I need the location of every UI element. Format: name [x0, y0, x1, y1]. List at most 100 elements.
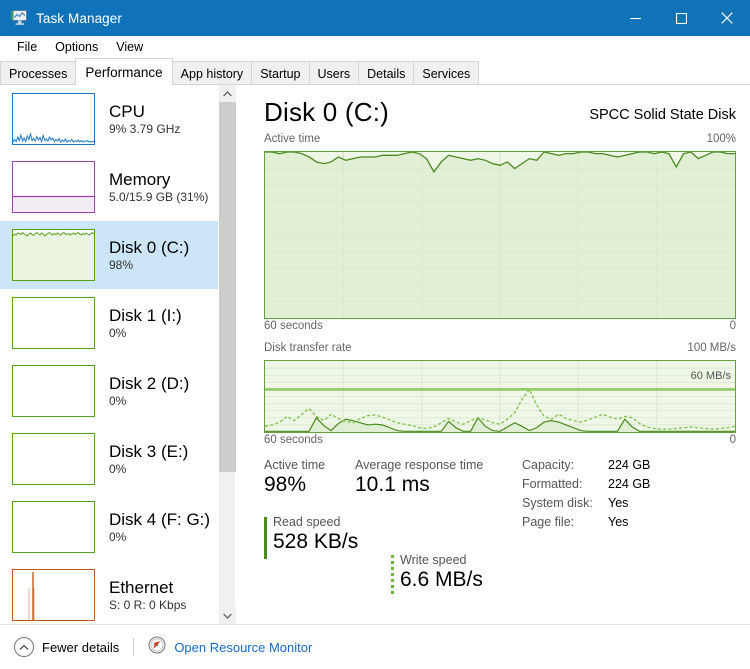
transfer-rate-label: Disk transfer rate [264, 342, 352, 354]
stat-active-time: Active time 98% [264, 458, 325, 496]
tab-performance[interactable]: Performance [75, 58, 173, 86]
active-time-min: 0 [729, 320, 736, 332]
sidebar-item-title: Disk 0 (C:) [109, 237, 190, 257]
sidebar-item-title: Ethernet [109, 577, 174, 597]
stat-response-time-value: 10.1 ms [355, 473, 430, 496]
resource-monitor-icon [148, 636, 166, 659]
menu-view[interactable]: View [107, 38, 152, 56]
detail-panel: Disk 0 (C:) SPCC Solid State Disk Active… [236, 85, 750, 624]
minimize-button[interactable] [612, 0, 658, 36]
stat-read-speed: Read speed 528 KB/s [264, 515, 736, 559]
transfer-rate-min: 0 [729, 434, 736, 446]
info-key: Formatted: [522, 477, 583, 491]
tab-app-history[interactable]: App history [171, 61, 253, 85]
sidebar-item-subtitle: 5.0/15.9 GB (31%) [109, 189, 209, 204]
sidebar-item-memory[interactable]: Memory 5.0/15.9 GB (31%) [0, 153, 218, 221]
task-manager-icon [10, 10, 28, 26]
stat-active-time-value: 98% [264, 473, 307, 496]
active-time-x-label: 60 seconds [264, 320, 323, 332]
sidebar-item-title: Disk 4 (F: G:) [109, 509, 211, 529]
status-divider [133, 638, 135, 656]
stat-read-speed-label: Read speed [273, 515, 341, 529]
tab-processes[interactable]: Processes [0, 61, 77, 85]
info-row: Formatted: 224 GB [522, 477, 650, 491]
scroll-down-icon[interactable] [219, 607, 236, 624]
sidebar-item-subtitle: 0% [109, 393, 127, 408]
sidebar-item-disk-3-e[interactable]: Disk 3 (E:) 0% [0, 425, 218, 493]
active-time-graph [264, 151, 736, 319]
sidebar-item-subtitle: 98% [109, 257, 134, 272]
info-key: System disk: [522, 496, 593, 510]
sidebar-item-disk-4-f-g[interactable]: Disk 4 (F: G:) 0% [0, 493, 218, 561]
sidebar-thumbnail-empty [12, 365, 95, 417]
sidebar-item-title: Memory [109, 169, 171, 189]
info-row: Capacity: 224 GB [522, 458, 650, 472]
info-value: 224 GB [608, 458, 651, 472]
sidebar-item-title: Disk 1 (I:) [109, 305, 182, 325]
open-resource-monitor-link[interactable]: Open Resource Monitor [148, 636, 312, 659]
sidebar-item-cpu[interactable]: CPU 9% 3.79 GHz [0, 85, 218, 153]
task-manager-window: Task Manager File Options View Processes… [0, 0, 750, 669]
sidebar-item-disk-2-d[interactable]: Disk 2 (D:) 0% [0, 357, 218, 425]
sidebar-item-disk-0-c[interactable]: Disk 0 (C:) 98% [0, 221, 218, 289]
panel-header: Disk 0 (C:) SPCC Solid State Disk [236, 85, 750, 133]
tab-services[interactable]: Services [413, 61, 480, 85]
active-time-max: 100% [706, 133, 736, 145]
stat-read-speed-value: 528 KB/s [273, 530, 359, 553]
info-value: Yes [608, 496, 629, 510]
sidebar-thumbnail-ethernet-spikes [12, 569, 95, 621]
sidebar-thumbnail-empty [12, 297, 95, 349]
sidebar-scrollbar[interactable] [218, 85, 236, 624]
scrollbar-thumb[interactable] [219, 102, 236, 472]
sidebar-item-subtitle: 0% [109, 325, 127, 340]
menu-bar: File Options View [0, 36, 750, 58]
stat-active-time-label: Active time [264, 458, 326, 472]
maximize-button[interactable] [658, 0, 704, 36]
transfer-rate-graph: 60 MB/s [264, 360, 736, 433]
tab-users[interactable]: Users [308, 61, 360, 85]
info-key: Page file: [522, 515, 575, 529]
title-bar: Task Manager [0, 0, 750, 36]
fewer-details-button[interactable]: Fewer details [14, 637, 119, 657]
stats-area: Active time 98% Average response time 10… [264, 458, 736, 598]
transfer-rate-x-label: 60 seconds [264, 434, 323, 446]
tab-strip: Processes Performance App history Startu… [0, 58, 750, 86]
sidebar-item-ethernet[interactable]: Ethernet S: 0 R: 0 Kbps [0, 561, 218, 624]
sidebar-thumbnail-empty [12, 433, 95, 485]
active-time-axis-row: 60 seconds 0 [264, 320, 736, 338]
info-value: 224 GB [608, 477, 651, 491]
content-area: CPU 9% 3.79 GHz Memory 5.0/15.9 GB (31%) Dis… [0, 85, 750, 624]
resource-sidebar[interactable]: CPU 9% 3.79 GHz Memory 5.0/15.9 GB (31%) Dis… [0, 85, 218, 624]
sidebar-item-title: Disk 2 (D:) [109, 373, 190, 393]
tab-details[interactable]: Details [358, 61, 415, 85]
close-button[interactable] [704, 0, 750, 36]
sidebar-item-title: Disk 3 (E:) [109, 441, 189, 461]
sidebar-thumbnail-disk-active [12, 229, 95, 281]
sidebar-thumbnail-memory-fill [12, 161, 95, 213]
menu-options[interactable]: Options [46, 38, 107, 56]
resource-monitor-label: Open Resource Monitor [174, 639, 313, 655]
transfer-rate-label-row: Disk transfer rate 100 MB/s [264, 342, 736, 358]
tab-startup[interactable]: Startup [251, 61, 310, 85]
sidebar-item-subtitle: S: 0 R: 0 Kbps [109, 597, 187, 612]
menu-file[interactable]: File [8, 38, 46, 56]
info-row: Page file: Yes [522, 515, 650, 529]
fewer-details-label: Fewer details [42, 639, 120, 655]
read-speed-legend-icon [264, 517, 267, 559]
chevron-up-circle-icon [14, 637, 34, 657]
status-bar: Fewer details Open Resource Monitor [0, 624, 750, 669]
active-time-label: Active time [264, 133, 321, 145]
device-model: SPCC Solid State Disk [589, 107, 736, 123]
stat-write-speed: Write speed 6.6 MB/s [391, 553, 750, 598]
window-title: Task Manager [36, 10, 122, 26]
info-key: Capacity: [522, 458, 575, 472]
transfer-rate-axis-row: 60 seconds 0 [264, 434, 736, 452]
write-speed-legend-icon [391, 555, 394, 598]
info-row: System disk: Yes [522, 496, 650, 510]
stat-write-speed-value: 6.6 MB/s [400, 568, 483, 592]
sidebar-thumbnail-empty [12, 501, 95, 553]
stat-response-time: Average response time 10.1 ms [355, 458, 483, 496]
sidebar-item-disk-1-i[interactable]: Disk 1 (I:) 0% [0, 289, 218, 357]
sidebar-item-subtitle: 0% [109, 529, 127, 544]
scroll-up-icon[interactable] [219, 85, 236, 102]
